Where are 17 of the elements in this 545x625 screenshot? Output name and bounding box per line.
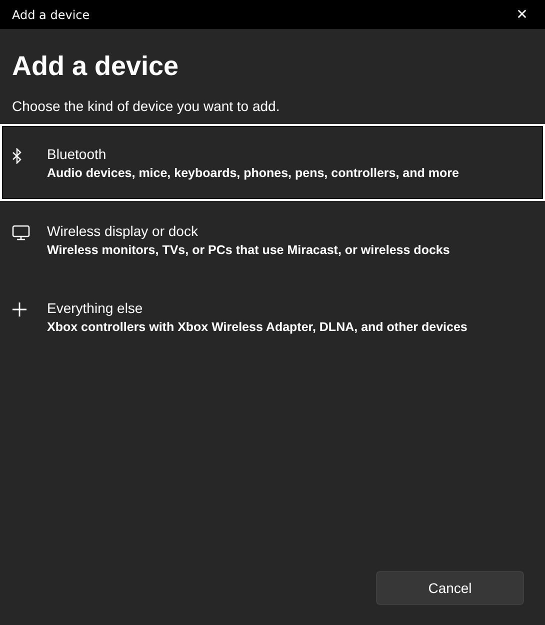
option-description: Audio devices, mice, keyboards, phones, pens, controllers, and more [47,166,459,180]
plus-icon [12,302,27,317]
option-title: Wireless display or dock [47,223,199,239]
page-heading: Add a device [12,51,180,82]
device-option[interactable]: Bluetooth Audio devices, mice, keyboards, phones, pens, controllers, and more [0,124,545,201]
close-button[interactable]: ✕ [499,0,545,29]
option-description: Wireless monitors, TVs, or PCs that use Miracast, or wireless docks [47,243,450,257]
option-description: Xbox controllers with Xbox Wireless Adapter, DLNA, and other devices [47,320,468,334]
bluetooth-icon [12,148,22,164]
monitor-icon [12,225,30,241]
window-title: Add a device [12,8,90,22]
device-option[interactable]: Wireless display or dock Wireless monitors, TVs, or PCs that use Miracast, or wireless docks [0,201,545,278]
instruction-text: Choose the kind of device you want to add. [12,98,281,114]
cancel-button[interactable]: Cancel [376,571,524,605]
device-option[interactable]: Everything else Xbox controllers with Xbox Wireless Adapter, DLNA, and other devices [0,278,545,355]
option-title: Everything else [47,300,144,316]
option-title: Bluetooth [47,146,108,162]
